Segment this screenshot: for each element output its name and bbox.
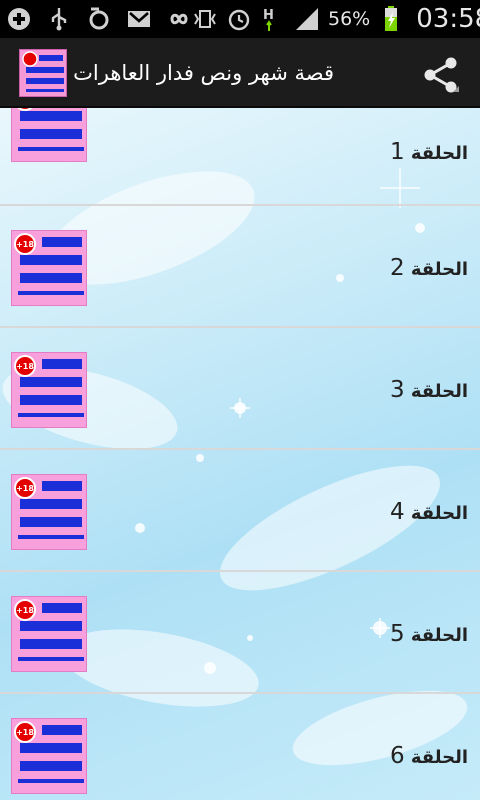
episode-thumbnail: +18 xyxy=(11,108,87,162)
network-h-icon: H xyxy=(260,6,286,32)
status-system-icons: H 56% 03:58 xyxy=(192,4,480,34)
episode-title: الحلقة 2 xyxy=(268,248,468,288)
episode-thumbnail: +18 xyxy=(11,718,87,794)
app-title: قصة شهر ونص فدار العاهرات xyxy=(73,61,334,85)
share-button[interactable] xyxy=(418,52,464,98)
list-item[interactable]: +18 الحلقة 4 xyxy=(0,452,480,572)
network-type-label: H xyxy=(263,8,274,23)
episode-label: الحلقة xyxy=(410,143,468,164)
episode-label: الحلقة xyxy=(410,747,468,768)
episode-number: 6 xyxy=(389,743,405,769)
list-item[interactable]: +18 الحلقة 6 xyxy=(0,696,480,800)
action-bar: قصة شهر ونص فدار العاهرات xyxy=(0,38,480,108)
clock: 03:58 xyxy=(416,4,480,34)
vibrate-icon xyxy=(192,6,218,32)
battery-charging-icon xyxy=(378,6,404,32)
status-bar: H 56% 03:58 xyxy=(0,0,480,38)
episode-title: الحلقة 6 xyxy=(268,736,468,776)
list-item[interactable]: +18 الحلقة 2 xyxy=(0,208,480,328)
episode-title: الحلقة 4 xyxy=(268,492,468,532)
episode-number: 1 xyxy=(389,139,405,165)
episode-label: الحلقة xyxy=(410,381,468,402)
add-icon xyxy=(6,6,32,32)
episode-number: 2 xyxy=(389,255,405,281)
episode-list[interactable]: +18 الحلقة 1 +18 الحلقة 2 xyxy=(0,108,480,800)
episode-number: 4 xyxy=(389,499,405,525)
episode-title: الحلقة 3 xyxy=(268,370,468,410)
episode-label: الحلقة xyxy=(410,503,468,524)
share-icon xyxy=(424,57,459,93)
episode-number: 3 xyxy=(389,377,405,403)
signal-icon xyxy=(294,6,320,32)
episode-title: الحلقة 5 xyxy=(268,614,468,654)
infinity-icon xyxy=(166,6,192,32)
episode-label: الحلقة xyxy=(410,625,468,646)
gmail-icon xyxy=(126,6,152,32)
list-item[interactable]: +18 الحلقة 5 xyxy=(0,574,480,694)
list-item[interactable]: +18 الحلقة 3 xyxy=(0,330,480,450)
episode-title: الحلقة 1 xyxy=(268,132,468,172)
episode-number: 5 xyxy=(389,621,405,647)
sync-icon xyxy=(86,6,112,32)
episode-thumbnail: +18 xyxy=(11,474,87,550)
app-logo[interactable] xyxy=(19,49,67,97)
list-item[interactable]: +18 الحلقة 1 xyxy=(0,108,480,206)
episode-thumbnail: +18 xyxy=(11,352,87,428)
battery-percent: 56% xyxy=(328,8,371,30)
status-notification-icons xyxy=(6,6,192,32)
alarm-icon xyxy=(226,6,252,32)
episode-thumbnail: +18 xyxy=(11,230,87,306)
episode-thumbnail: +18 xyxy=(11,596,87,672)
episode-label: الحلقة xyxy=(410,259,468,280)
usb-icon xyxy=(46,6,72,32)
